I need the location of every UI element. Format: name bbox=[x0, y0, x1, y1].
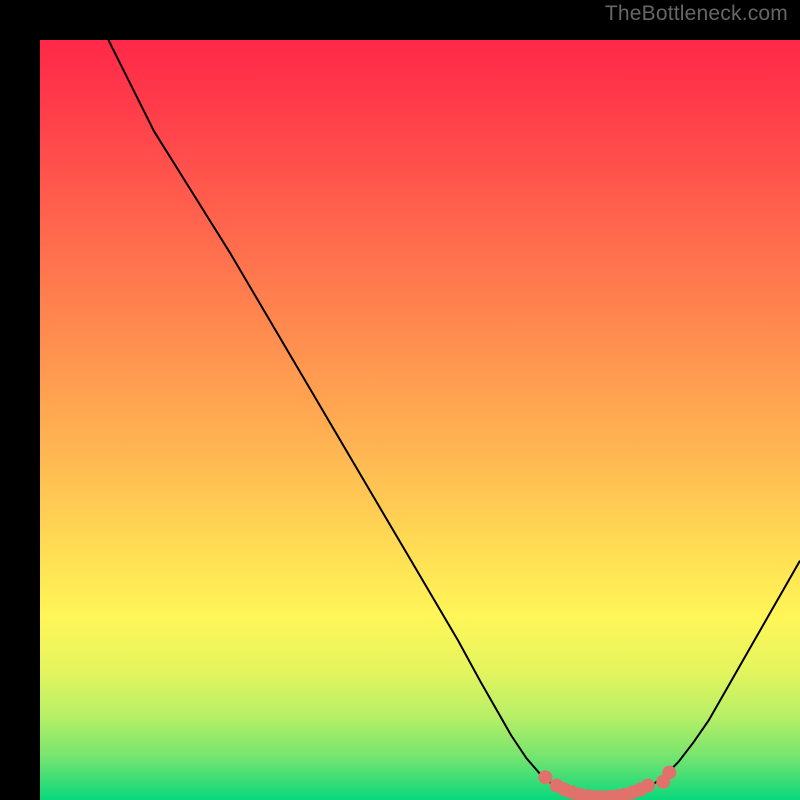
curve-marker-dot bbox=[538, 770, 552, 784]
black-frame bbox=[20, 20, 780, 780]
watermark-text: TheBottleneck.com bbox=[605, 2, 788, 26]
curve-marker-dot bbox=[641, 779, 655, 793]
bottleneck-curve-svg bbox=[40, 40, 800, 800]
curve-marker-dot bbox=[662, 766, 676, 780]
plot-area bbox=[40, 40, 800, 800]
bottleneck-curve-line bbox=[108, 40, 800, 798]
